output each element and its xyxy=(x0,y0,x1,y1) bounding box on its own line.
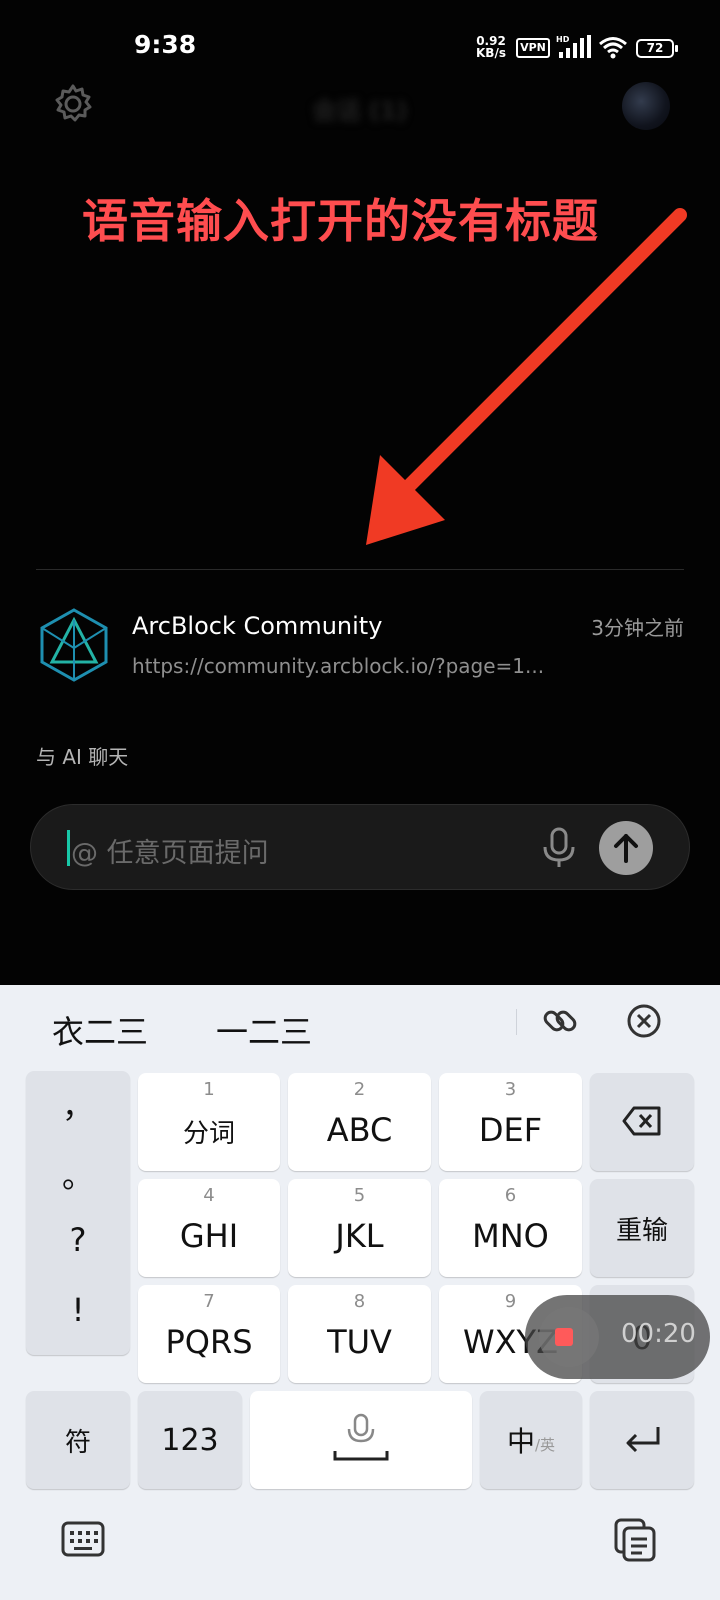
punctuation-column[interactable]: ， 。 ? ! xyxy=(26,1071,130,1355)
key-number: 5 xyxy=(353,1185,366,1206)
key-1[interactable]: 1 分词 xyxy=(138,1073,280,1171)
page-title: 会话 (1) xyxy=(312,97,408,125)
arcblock-logo-icon xyxy=(40,608,108,682)
key-2[interactable]: 2 ABC xyxy=(288,1073,431,1171)
language-sub-label: /英 xyxy=(534,1435,556,1454)
enter-icon xyxy=(626,1427,660,1453)
language-main-label: 中 xyxy=(506,1425,535,1458)
list-item[interactable]: ArcBlock Community https://community.arc… xyxy=(36,600,684,690)
candidate-bar: 衣二三 一二三 xyxy=(0,985,720,1057)
key-label: TUV xyxy=(327,1323,392,1361)
link-icon[interactable] xyxy=(540,1001,580,1041)
vpn-badge: VPN xyxy=(516,38,550,58)
key-label: ABC xyxy=(326,1111,393,1149)
space-mic-icon xyxy=(333,1413,389,1461)
backspace-icon xyxy=(622,1106,661,1136)
reinput-button[interactable]: 重输 xyxy=(590,1179,694,1277)
symbols-button[interactable]: 符 xyxy=(26,1391,130,1489)
key-number: 3 xyxy=(504,1079,517,1100)
app-header: 会话 (1) xyxy=(0,75,720,135)
close-icon[interactable] xyxy=(624,1001,664,1041)
key-label: GHI xyxy=(179,1217,239,1255)
signal-hd-label: HD xyxy=(556,35,570,44)
key-5[interactable]: 5 JKL xyxy=(288,1179,431,1277)
stop-icon xyxy=(555,1328,573,1346)
clipboard-icon[interactable] xyxy=(612,1516,658,1562)
divider xyxy=(36,569,684,570)
candidate-word[interactable]: 衣二三 xyxy=(52,1007,148,1053)
annotation-text: 语音输入打开的没有标题 xyxy=(82,194,599,248)
chat-input-bar[interactable]: @ 任意页面提问 xyxy=(30,804,690,890)
list-item-title: ArcBlock Community xyxy=(132,612,383,640)
signal-icon: HD xyxy=(556,35,591,58)
chat-label: 与 AI 聊天 xyxy=(36,745,129,769)
voice-recording-indicator[interactable]: 00:20 xyxy=(525,1295,710,1379)
network-speed-unit: KB/s xyxy=(476,46,506,60)
app-screen: 9:38 0.92 KB/s VPN HD 72 会话 (1) 语音输入打开的没… xyxy=(0,0,720,985)
language-switch: 中 /英 xyxy=(480,1391,582,1489)
recording-timer: 00:20 xyxy=(621,1319,696,1349)
punctuation-key[interactable]: 。 xyxy=(26,1151,130,1197)
key-6[interactable]: 6 MNO xyxy=(439,1179,582,1277)
key-7[interactable]: 7 PQRS xyxy=(138,1285,280,1383)
network-speed: 0.92 KB/s xyxy=(476,35,506,59)
key-label: DEF xyxy=(478,1111,543,1149)
space-button[interactable] xyxy=(250,1391,472,1489)
key-label: 123 xyxy=(161,1422,219,1458)
key-label: 分词 xyxy=(182,1119,235,1149)
punctuation-key[interactable]: ! xyxy=(26,1291,130,1329)
key-label: PQRS xyxy=(165,1323,253,1361)
language-switch-button[interactable]: 中 /英 xyxy=(480,1391,582,1489)
key-number: 7 xyxy=(203,1291,215,1312)
key-number: 4 xyxy=(203,1185,215,1206)
backspace-button[interactable] xyxy=(590,1073,694,1171)
send-button[interactable] xyxy=(599,821,653,875)
key-4[interactable]: 4 GHI xyxy=(138,1179,280,1277)
key-number: 6 xyxy=(504,1185,517,1206)
key-number: 2 xyxy=(353,1079,366,1100)
microphone-icon[interactable] xyxy=(539,827,579,869)
key-label: 重输 xyxy=(615,1215,668,1246)
chat-input[interactable]: @ 任意页面提问 xyxy=(71,831,269,870)
keyboard-icon[interactable] xyxy=(60,1520,106,1560)
text-caret xyxy=(67,830,70,866)
key-number: 8 xyxy=(353,1291,366,1312)
punctuation-key[interactable]: ， xyxy=(26,1081,130,1127)
punctuation-key[interactable]: ? xyxy=(26,1221,130,1259)
battery-indicator: 72 xyxy=(636,39,678,58)
list-item-time: 3分钟之前 xyxy=(591,616,684,640)
enter-button[interactable] xyxy=(590,1391,694,1489)
status-time: 9:38 xyxy=(134,30,197,59)
key-label: JKL xyxy=(335,1217,384,1255)
key-label: MNO xyxy=(472,1217,549,1255)
key-3[interactable]: 3 DEF xyxy=(439,1073,582,1171)
candidate-word[interactable]: 一二三 xyxy=(216,1007,312,1053)
key-8[interactable]: 8 TUV xyxy=(288,1285,431,1383)
key-label: 符 xyxy=(64,1427,91,1458)
list-item-url: https://community.arcblock.io/?page=1... xyxy=(132,654,545,678)
avatar[interactable] xyxy=(622,82,670,130)
arrow-up-icon xyxy=(614,834,638,863)
wifi-icon xyxy=(599,37,627,59)
candidate-separator xyxy=(516,1009,517,1035)
key-number: 1 xyxy=(203,1079,215,1100)
numbers-button[interactable]: 123 xyxy=(138,1391,242,1489)
